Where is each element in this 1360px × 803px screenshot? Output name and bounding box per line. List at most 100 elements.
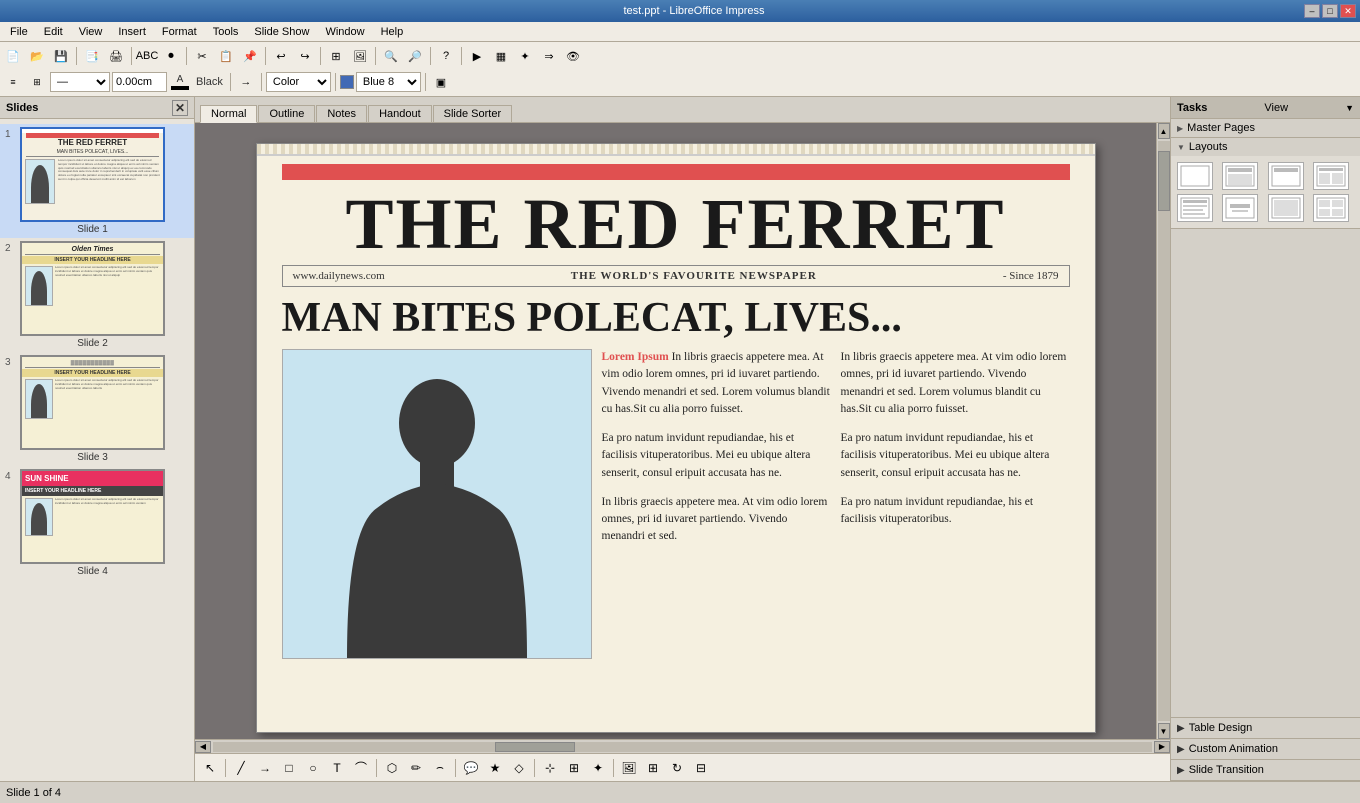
insert-image-button[interactable]: 🖼 (349, 45, 371, 67)
layout-title-text[interactable] (1177, 194, 1213, 222)
slide-item-1[interactable]: 1 THE RED FERRET MAN BITES POLECAT, LIVE… (0, 124, 194, 238)
menu-edit[interactable]: Edit (36, 24, 71, 40)
tab-notes[interactable]: Notes (316, 105, 367, 122)
new-button[interactable]: 📄 (2, 45, 24, 67)
draw-callout-button[interactable]: 💬 (460, 757, 482, 779)
draw-polygon-button[interactable]: ⬡ (381, 757, 403, 779)
menu-format[interactable]: Format (154, 24, 205, 40)
open-button[interactable]: 📂 (26, 45, 48, 67)
draw-align-button[interactable]: ⊟ (690, 757, 712, 779)
spellcheck-button[interactable]: ABC (136, 45, 158, 67)
right-panel-dropdown-icon[interactable]: ▼ (1345, 103, 1354, 113)
close-button[interactable]: ✕ (1340, 4, 1356, 18)
zoom-out-button[interactable]: 🔎 (404, 45, 426, 67)
title-bar-controls: – □ ✕ (1304, 4, 1356, 18)
hide-show-button[interactable]: 👁 (562, 45, 584, 67)
fill-color-select[interactable]: Blue 8 (356, 72, 421, 92)
h-scroll-thumb[interactable] (495, 742, 575, 752)
draw-select-button[interactable]: ↖ (199, 757, 221, 779)
animation-button[interactable]: ✦ (514, 45, 536, 67)
right-panel-view-button[interactable]: View (1264, 102, 1288, 114)
menu-help[interactable]: Help (373, 24, 412, 40)
tab-normal[interactable]: Normal (200, 105, 257, 123)
line-end-button[interactable]: → (235, 71, 257, 93)
layout-blank[interactable] (1177, 162, 1213, 190)
main-layout: Slides ✕ 1 THE RED FERRET MAN BITES POLE… (0, 97, 1360, 781)
table-design-button[interactable]: ▶ Table Design (1171, 718, 1360, 739)
copy-button[interactable]: 📋 (215, 45, 237, 67)
draw-ellipse-button[interactable]: ○ (302, 757, 324, 779)
scroll-right-button[interactable]: ▶ (1154, 741, 1170, 753)
canvas-scrollbar[interactable]: ▲ ▼ (1156, 123, 1170, 739)
export-pdf-button[interactable]: 📑 (81, 45, 103, 67)
layout-title-only[interactable] (1268, 162, 1304, 190)
layout-centered-title[interactable] (1222, 194, 1258, 222)
slide-item-3[interactable]: 3 ▓▓▓▓▓▓▓▓▓▓▓ INSERT YOUR HEADLINE HERE … (0, 352, 194, 466)
layout-two-content[interactable] (1313, 162, 1349, 190)
custom-animation-button[interactable]: ▶ Custom Animation (1171, 739, 1360, 760)
layout-content-only[interactable] (1268, 194, 1304, 222)
slides-list[interactable]: 1 THE RED FERRET MAN BITES POLECAT, LIVE… (0, 119, 194, 781)
tab-handout[interactable]: Handout (368, 105, 432, 122)
tab-slide-sorter[interactable]: Slide Sorter (433, 105, 512, 122)
redo-button[interactable]: ↪ (294, 45, 316, 67)
master-pages-header[interactable]: ▶ Master Pages (1171, 119, 1360, 137)
menu-file[interactable]: File (2, 24, 36, 40)
draw-rotate-button[interactable]: ↻ (666, 757, 688, 779)
draw-insert-table-button[interactable]: ⊞ (642, 757, 664, 779)
scroll-thumb[interactable] (1158, 151, 1170, 211)
slide-item-4[interactable]: 4 SUN SHINE INSERT YOUR HEADLINE HERE Lo… (0, 466, 194, 580)
slide-canvas[interactable]: THE RED FERRET www.dailynews.com THE WOR… (256, 143, 1096, 733)
draw-arc-button[interactable]: ⌢ (429, 757, 451, 779)
layout-title-content[interactable] (1222, 162, 1258, 190)
draw-line-button[interactable]: ╱ (230, 757, 252, 779)
help-button[interactable]: ? (435, 45, 457, 67)
scroll-up-button[interactable]: ▲ (1158, 123, 1170, 139)
line-style-select[interactable]: — (50, 72, 110, 92)
scroll-left-button[interactable]: ◀ (195, 741, 211, 753)
menu-tools[interactable]: Tools (205, 24, 247, 40)
slides-panel-close-button[interactable]: ✕ (172, 100, 188, 116)
align-options-button[interactable]: ⊞ (26, 71, 48, 93)
draw-arrow-button[interactable]: → (254, 757, 276, 779)
scroll-down-button[interactable]: ▼ (1158, 723, 1170, 739)
minimize-button[interactable]: – (1304, 4, 1320, 18)
menu-slideshow[interactable]: Slide Show (246, 24, 317, 40)
undo-button[interactable]: ↩ (270, 45, 292, 67)
tab-outline[interactable]: Outline (258, 105, 315, 122)
fill-style-select[interactable]: Color (266, 72, 331, 92)
draw-effects-button[interactable]: ✦ (587, 757, 609, 779)
draw-text-button[interactable]: T (326, 757, 348, 779)
paste-button[interactable]: 📌 (239, 45, 261, 67)
print-button[interactable]: 🖨 (105, 45, 127, 67)
slide-item-2[interactable]: 2 Olden Times INSERT YOUR HEADLINE HERE … (0, 238, 194, 352)
macro-button[interactable]: ⏺ (160, 45, 182, 67)
slide-transition-button[interactable]: ▶ Slide Transition (1171, 760, 1360, 781)
draw-freeform-button[interactable]: ✏ (405, 757, 427, 779)
presentation-settings-button[interactable]: ▦ (490, 45, 512, 67)
zoom-in-button[interactable]: 🔍 (380, 45, 402, 67)
draw-grid-button[interactable]: ⊞ (563, 757, 585, 779)
layout-four-content[interactable] (1313, 194, 1349, 222)
newspaper-content: THE RED FERRET www.dailynews.com THE WOR… (257, 144, 1095, 659)
draw-curve-button[interactable]: ⌒ (350, 757, 372, 779)
draw-snap-button[interactable]: ⊹ (539, 757, 561, 779)
layouts-header[interactable]: ▼ Layouts (1171, 138, 1360, 156)
draw-star-button[interactable]: ★ (484, 757, 506, 779)
draw-flowchart-button[interactable]: ◇ (508, 757, 530, 779)
draw-rect-button[interactable]: □ (278, 757, 300, 779)
menu-window[interactable]: Window (317, 24, 372, 40)
draw-insert-image-button[interactable]: 🖼 (618, 757, 640, 779)
cut-button[interactable]: ✂ (191, 45, 213, 67)
menu-view[interactable]: View (71, 24, 111, 40)
maximize-button[interactable]: □ (1322, 4, 1338, 18)
align-left-button[interactable]: ≡ (2, 71, 24, 93)
line-color-picker[interactable]: A (169, 71, 191, 93)
start-presentation-button[interactable]: ▶ (466, 45, 488, 67)
shadow-button[interactable]: ▣ (430, 71, 452, 93)
line-width-input[interactable] (112, 72, 167, 92)
transition-button[interactable]: ⇒ (538, 45, 560, 67)
insert-table-button[interactable]: ⊞ (325, 45, 347, 67)
menu-insert[interactable]: Insert (110, 24, 154, 40)
save-button[interactable]: 💾 (50, 45, 72, 67)
